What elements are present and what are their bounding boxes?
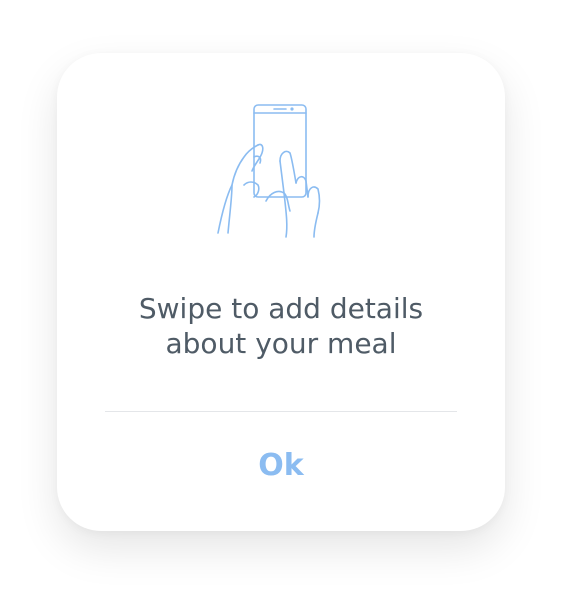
tip-message-line-1: Swipe to add details <box>138 292 424 325</box>
tip-popover: Swipe to add details about your meal Ok <box>57 53 505 531</box>
tip-message-line-2: about your meal <box>165 327 397 360</box>
swipe-hand-phone-icon <box>217 104 321 238</box>
ok-button[interactable]: Ok <box>105 433 457 497</box>
screen: Swipe to add details about your meal Ok <box>0 0 562 600</box>
tip-message: Swipe to add details about your meal <box>77 291 485 361</box>
divider <box>105 411 457 412</box>
